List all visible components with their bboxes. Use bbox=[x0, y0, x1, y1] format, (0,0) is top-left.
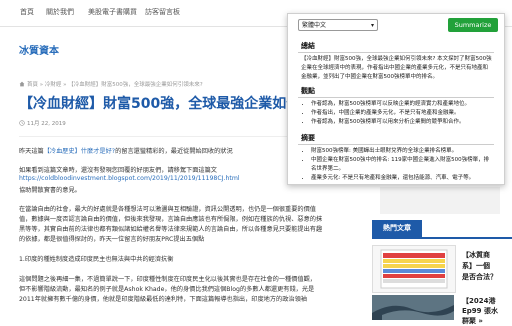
post-date: 11月 22, 2019 bbox=[19, 119, 66, 127]
sidebar-article-2-line1[interactable]: 【2024港 bbox=[462, 296, 495, 306]
breadcrumb: 首頁 » 冷財經 » 【冷血財經】財富500強，全球最強企業如何引領未來? bbox=[19, 80, 203, 88]
nav-item-guestbook[interactable]: 訪客留言板 bbox=[145, 7, 180, 17]
home-icon bbox=[19, 81, 25, 87]
viewpoint-item: 作者指出，中國企業的產業多元化，不是只有地產和金融業。 bbox=[311, 109, 493, 118]
nav-item-ebook[interactable]: 美股電子書購買 bbox=[88, 7, 137, 17]
viewpoints-list: 作者認為，財富500強榜單可以反映企業的經濟實力和產業地位。 作者指出，中國企業… bbox=[301, 100, 493, 127]
nav-item-home[interactable]: 首頁 bbox=[20, 7, 34, 17]
hot-articles-header: 熱門文章 bbox=[372, 220, 512, 239]
paragraph-line: 黑等等，其實自由前的法律也都有類似諸如給權名譽等法律來規範人的言論自由，所以各種… bbox=[19, 226, 323, 233]
sidebar-article-2-line3[interactable]: 群聚 » bbox=[462, 316, 483, 326]
intro-text-pre: 昨天這篇 bbox=[19, 148, 44, 155]
abstract-list: 財富500強榜單: 美國蟬出士眼財兌界的全球企業排名榜單。 中國企業在財富500… bbox=[301, 147, 493, 183]
chevron-down-icon: ▾ bbox=[370, 22, 374, 29]
paragraph-line: 但不影響階級流動，最知名的例子就是Ashok Khade，他的身價比我們這個Bl… bbox=[19, 286, 315, 293]
abstract-item: 產業多元化: 不是只有地產和金融業，還包括能源、汽車、電子等。 bbox=[311, 174, 493, 183]
section-divider bbox=[298, 97, 494, 98]
paragraph-line: 在當論自由的社會，最大的好處就是各種想法可以激盪與互相驗證，資訊公開透明，也仍是… bbox=[19, 206, 316, 213]
summary-section-title: 總結 bbox=[301, 42, 315, 50]
breadcrumb-text[interactable]: 首頁 » 冷財經 » 【冷血財經】財富500強，全球最強企業如何引領未來? bbox=[27, 82, 203, 88]
paragraph-line: 1.印度的種姓制度造成印度民主也無法與中共的經濟抗衡 bbox=[19, 256, 174, 263]
paragraph-line: 這個問題之後再細一集，不過簡單說一下，印度種性制度在印度民主化以後其實也是存在社… bbox=[19, 276, 316, 283]
spreadsheet-thumbnail-image bbox=[380, 249, 448, 289]
paragraph-line: 協助開散實書的意見。 bbox=[19, 187, 81, 194]
sidebar-article-1-line2[interactable]: 系】一個 bbox=[462, 261, 490, 271]
title-divider bbox=[19, 136, 309, 137]
summarizer-popup: 繁體中文 ▾ Summarize 總結 【冷血財經】財富500強，全球最強企業如… bbox=[287, 13, 505, 185]
viewpoints-section-title: 觀點 bbox=[301, 87, 315, 95]
intro-text-post: 的留言還蠻精彩的，最近從開始回收的狀況 bbox=[115, 148, 233, 155]
viewpoint-item: 作者認為，財富500強榜單可以反映企業的經濟實力和產業地位。 bbox=[311, 100, 493, 109]
article-thumbnail-1[interactable] bbox=[372, 245, 456, 293]
ocean-wave-thumbnail-image bbox=[372, 295, 454, 320]
site-title[interactable]: 冰質資本 bbox=[19, 42, 59, 57]
section-divider bbox=[298, 52, 494, 53]
sidebar-article-2-line2[interactable]: Ep99 張水 bbox=[462, 306, 498, 316]
related-post-link[interactable]: 【冷血歷史】什麼才是好? bbox=[44, 148, 115, 155]
paragraph-line: 2011年就擁有數千億的身價，他就是印度階級最低的達利特，下面這篇報導也指出，印… bbox=[19, 296, 307, 303]
post-title: 【冷血財經】財富500強，全球最強企業如何引 bbox=[19, 96, 309, 112]
abstract-item: 財富500強榜單: 美國蟬出士眼財兌界的全球企業排名榜單。 bbox=[311, 147, 493, 156]
article-thumbnail-2[interactable] bbox=[372, 295, 454, 320]
clock-icon bbox=[19, 120, 25, 126]
blog-url-link[interactable]: https://coldbloodinvestment.blogspot.com… bbox=[19, 175, 309, 182]
section-divider bbox=[298, 144, 494, 145]
sidebar-article-1-line3[interactable]: 是否合法？ bbox=[462, 272, 497, 282]
paragraph-line: 如果看到這篇文章時，還沒有發現您回覆的好朋友們，請移駕下面這篇文 bbox=[19, 167, 217, 174]
paragraph-intro: 昨天這篇【冷血歷史】什麼才是好?的留言還蠻精彩的，最近從開始回收的狀況 bbox=[19, 146, 309, 155]
language-select-value: 繁體中文 bbox=[302, 22, 327, 29]
viewpoint-item: 作者認為，財富500強榜單可以用來分析企業間的競爭和合作。 bbox=[311, 118, 493, 127]
language-select[interactable]: 繁體中文 ▾ bbox=[298, 19, 378, 31]
sidebar-ad-slot bbox=[380, 187, 500, 214]
summary-text: 【冷血財經】財富500強，全球最強企業如何引領未來? 本文探討了財富500強企業… bbox=[301, 56, 492, 80]
summarize-button[interactable]: Summarize bbox=[448, 18, 498, 32]
hot-articles-label: 熱門文章 bbox=[372, 220, 422, 237]
nav-item-about[interactable]: 關於我們 bbox=[46, 7, 74, 17]
paragraph-line: 值，數據與一度否認言論自由的價值，但後來我發現，言論自由應該也有所侷限，例如在種… bbox=[19, 216, 323, 223]
abstract-section-title: 摘要 bbox=[301, 134, 315, 142]
sidebar-article-1-line1[interactable]: 【冰質商 bbox=[462, 250, 490, 260]
post-date-text: 11月 22, 2019 bbox=[27, 121, 66, 127]
abstract-item: 中國企業在財富500強中的排名: 119家中國企業進入財富500強榜單，排名世界… bbox=[311, 156, 493, 174]
paragraph-line: 的依據，都是很值得探討的，昨天一位留言的好朋友PRC提出五個點 bbox=[19, 236, 205, 243]
